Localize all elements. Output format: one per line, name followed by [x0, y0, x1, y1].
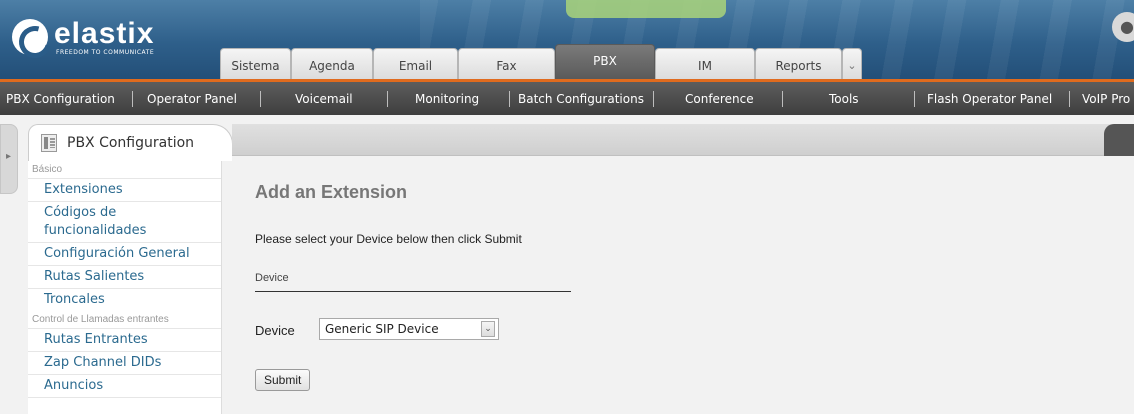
tab-email[interactable]: Email: [373, 48, 458, 79]
elastix-logo-icon: [12, 19, 48, 55]
chevron-right-icon: ▸: [6, 151, 12, 162]
tab-reports[interactable]: Reports: [755, 48, 842, 79]
header-highlight: [566, 0, 726, 18]
top-header: elastix FREEDOM TO COMMUNICATE ● Sistema…: [0, 0, 1134, 79]
section-divider: [255, 291, 571, 292]
sidebar-item-troncales[interactable]: Troncales: [28, 289, 221, 311]
page-title: Add an Extension: [255, 182, 408, 202]
sidebar-heading: Control de Llamadas entrantes: [28, 311, 221, 329]
sidebar-item-rutas-salientes[interactable]: Rutas Salientes: [28, 266, 221, 289]
sidebar-item-rutas-entrantes[interactable]: Rutas Entrantes: [28, 329, 221, 352]
device-select[interactable]: Generic SIP Device ⌄: [319, 318, 499, 340]
sidebar-item-anuncios[interactable]: Anuncios: [28, 375, 221, 398]
subnav-operator-panel[interactable]: Operator Panel: [133, 82, 261, 115]
sidebar-heading: Básico: [28, 161, 221, 179]
instructions-text: Please select your Device below then cli…: [255, 232, 522, 246]
tab-sistema[interactable]: Sistema: [220, 48, 291, 79]
user-menu-icon[interactable]: ●: [1112, 12, 1134, 42]
subnav-batch-configurations[interactable]: Batch Configurations: [510, 82, 654, 115]
logo-name: elastix: [54, 16, 155, 50]
logo-tagline: FREEDOM TO COMMUNICATE: [56, 48, 155, 56]
device-label: Device: [255, 323, 295, 338]
sub-navigation: PBX Configuration Operator Panel Voicema…: [0, 79, 1134, 115]
subnav-pbx-configuration[interactable]: PBX Configuration: [0, 82, 133, 115]
elastix-logo[interactable]: elastix FREEDOM TO COMMUNICATE: [12, 12, 154, 62]
subnav-flash-operator-panel[interactable]: Flash Operator Panel: [915, 82, 1070, 115]
subnav-voicemail[interactable]: Voicemail: [261, 82, 388, 115]
toolbar-corner[interactable]: [1104, 124, 1134, 156]
module-title: PBX Configuration: [67, 135, 195, 151]
module-tab: PBX Configuration: [28, 124, 233, 161]
sidebar: Básico Extensiones Códigos de funcionali…: [28, 161, 222, 414]
subnav-tools[interactable]: Tools: [783, 82, 915, 115]
chevron-down-icon: ⌄: [847, 59, 857, 72]
chevron-down-icon: ⌄: [481, 321, 495, 337]
device-select-value: Generic SIP Device: [325, 322, 439, 336]
subnav-conference[interactable]: Conference: [654, 82, 783, 115]
more-tabs-button[interactable]: ⌄: [842, 48, 862, 79]
tab-im[interactable]: IM: [655, 48, 755, 79]
sidebar-item-zap-channel-dids[interactable]: Zap Channel DIDs: [28, 352, 221, 375]
sidebar-item-codigos-de-funcionalidades[interactable]: Códigos de funcionalidades: [28, 202, 221, 243]
module-icon: [41, 134, 57, 152]
content-toolbar: [232, 124, 1134, 156]
submit-button[interactable]: Submit: [255, 369, 311, 391]
sidebar-item-extensiones[interactable]: Extensiones: [28, 179, 221, 202]
tab-agenda[interactable]: Agenda: [291, 48, 373, 79]
sidebar-toggle[interactable]: ▸: [0, 124, 18, 194]
subnav-voip-provider[interactable]: VoIP Pro: [1070, 82, 1134, 115]
section-heading: Device: [255, 272, 289, 284]
sidebar-item-configuracion-general[interactable]: Configuración General: [28, 243, 221, 266]
main-content: Add an Extension Please select your Devi…: [232, 156, 1134, 414]
tab-fax[interactable]: Fax: [458, 48, 555, 79]
tab-pbx[interactable]: PBX: [555, 44, 655, 79]
subnav-monitoring[interactable]: Monitoring: [388, 82, 510, 115]
main-tabs: Sistema Agenda Email Fax PBX IM Reports …: [220, 44, 862, 79]
